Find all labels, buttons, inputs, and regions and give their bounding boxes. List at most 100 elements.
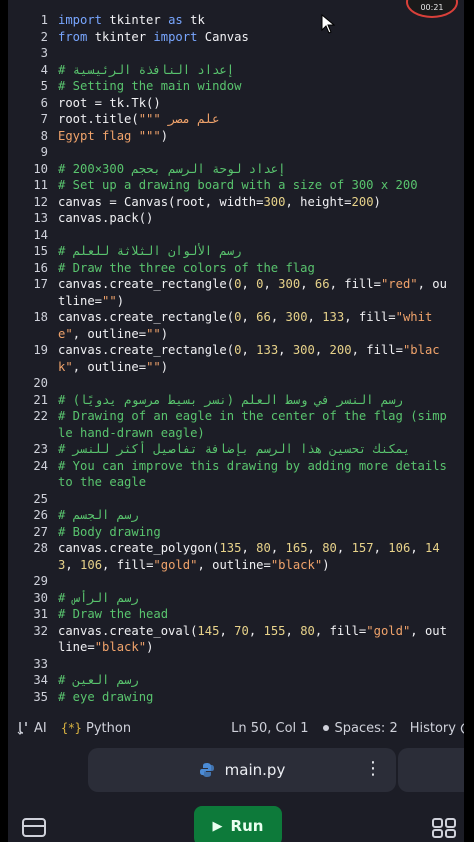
code-line[interactable]: 25 (8, 491, 464, 508)
code-token: tkinter (102, 13, 169, 27)
code-line[interactable]: 33 (8, 656, 464, 673)
cursor-position-label: Ln 50, Col 1 (231, 720, 309, 736)
indent-dot-icon (322, 725, 329, 731)
code-line[interactable]: 19 canvas.create_rectangle(0, 133, 300, 2… (8, 342, 464, 375)
line-number: 16 (33, 260, 48, 275)
code-token: canvas.create_polygon( (58, 541, 220, 555)
code-token: Canvas (197, 29, 249, 44)
code-line[interactable]: 21 # رسم النسر في وسط العلم (نسر بسيط مرس… (8, 392, 464, 409)
more-vertical-icon[interactable]: ⋮ (364, 758, 382, 779)
code-line[interactable]: 7 root.title(""" علم مصر (8, 111, 464, 128)
code-token: # إعداد لوحة الرسم بحجم 300×200 (58, 161, 286, 176)
code-token: 66 (314, 277, 330, 291)
code-line[interactable]: 17 canvas.create_rectangle(0, 0, 300, 66,… (8, 276, 464, 309)
code-text: # رسم الألوان الثلاثة للعلم (58, 243, 464, 260)
code-line[interactable]: 26 # رسم الجسم (8, 507, 464, 524)
code-line[interactable]: 3 (8, 45, 464, 62)
code-token: , (278, 343, 293, 357)
code-text: # رسم الجسم (58, 507, 464, 524)
code-line[interactable]: 6 root = tk.Tk() (8, 95, 464, 112)
code-token: ) (160, 128, 169, 143)
line-number: 5 (40, 79, 48, 93)
code-token: , (241, 310, 257, 324)
code-line[interactable]: 30 # رسم الرأس (8, 590, 464, 607)
code-line[interactable]: 18 canvas.create_rectangle(0, 66, 300, 13… (8, 309, 464, 342)
code-line[interactable]: 13 canvas.pack() (8, 210, 464, 227)
code-line[interactable]: 4 # إعداد النافذة الرئيسية (8, 62, 464, 79)
language-selector[interactable]: {*} Python (61, 721, 131, 736)
ai-button[interactable]: AI (16, 721, 47, 736)
code-token: , (410, 541, 425, 555)
code-line[interactable]: 34 # رسم العين (8, 672, 464, 689)
code-token: # Setting the main window (58, 79, 242, 93)
code-line[interactable]: 15 # رسم الألوان الثلاثة للعلم (8, 243, 464, 260)
code-token: , (65, 557, 81, 572)
code-line[interactable]: 24 # You can improve this drawing by addi… (8, 458, 464, 491)
code-line[interactable]: 35 # eye drawing (8, 689, 464, 706)
code-line[interactable]: 9 (8, 144, 464, 161)
code-text: root = tk.Tk() (58, 95, 464, 112)
history-label: History (409, 720, 456, 736)
code-line[interactable]: 29 (8, 573, 464, 590)
code-text: # eye drawing (58, 689, 464, 706)
cursor-position[interactable]: Ln 50, Col 1 (231, 721, 308, 736)
code-token: , (373, 541, 389, 555)
code-token: , (314, 343, 330, 357)
code-line[interactable]: 16 # Draw the three colors of the flag (8, 260, 464, 277)
code-line[interactable]: 27 # Body drawing (8, 524, 464, 541)
code-line[interactable]: 32 canvas.create_oval(145, 70, 155, 80, f… (8, 623, 464, 656)
code-text: canvas.create_rectangle(0, 0, 300, 66, f… (58, 276, 464, 309)
code-text: root.title(""" علم مصر (58, 111, 464, 128)
line-number: 2 (40, 29, 48, 44)
code-token: , height= (285, 194, 352, 209)
line-number: 20 (33, 376, 48, 390)
code-token: # Draw the three colors of the flag (58, 260, 315, 275)
code-token: "red" (380, 277, 418, 291)
file-tab-next[interactable] (398, 748, 464, 792)
run-button[interactable]: ▶ Run (194, 806, 282, 842)
code-line[interactable]: 28 canvas.create_polygon(135, 80, 165, 80… (8, 540, 464, 573)
line-number: 17 (33, 277, 48, 291)
line-number: 9 (40, 145, 48, 159)
line-number: 24 (33, 458, 48, 473)
line-number: 30 (33, 590, 48, 605)
line-number: 8 (40, 128, 48, 143)
code-text: # Body drawing (58, 524, 464, 541)
code-token: "" (146, 359, 161, 374)
code-line[interactable]: 31 # Draw the head (8, 606, 464, 623)
grid-layout-icon[interactable] (432, 818, 456, 838)
code-line[interactable]: 20 (8, 375, 464, 392)
code-line[interactable]: 1 import tkinter as tk (8, 12, 464, 29)
code-line[interactable]: 14 (8, 227, 464, 244)
code-line[interactable]: 23 # يمكنك تحسين هذا الرسم بإضافة تفاصيل … (8, 441, 464, 458)
code-line[interactable]: 11 # Set up a drawing board with a size o… (8, 177, 464, 194)
code-token: , fill= (351, 343, 403, 357)
code-text: # Drawing of an eagle in the center of t… (58, 408, 464, 441)
history-clock-icon (460, 722, 464, 734)
code-token: , (336, 541, 352, 555)
code-token: , outline= (72, 359, 147, 374)
code-line[interactable]: 2 from tkinter import Canvas (8, 29, 464, 46)
code-token: # إعداد النافذة الرئيسية (58, 62, 235, 77)
file-tab-label: main.py (224, 761, 286, 779)
language-braces-icon: {*} (60, 721, 83, 735)
code-token: , (307, 541, 323, 555)
file-tab-main[interactable]: main.py ⋮ (88, 748, 396, 792)
code-line[interactable]: 8 Egypt flag """) (8, 128, 464, 145)
code-token: 135 (219, 541, 242, 555)
sidebar-toggle-icon[interactable] (22, 818, 46, 838)
history-button[interactable]: History (410, 721, 464, 736)
code-line[interactable]: 10 # إعداد لوحة الرسم بحجم 300×200 (8, 161, 464, 178)
code-line[interactable]: 5 # Setting the main window (8, 78, 464, 95)
code-token: root = tk.Tk() (58, 95, 161, 110)
code-token: 200 (351, 194, 374, 209)
indent-selector[interactable]: Spaces: 2 (322, 721, 398, 736)
code-line[interactable]: 22 # Drawing of an eagle in the center of… (8, 408, 464, 441)
code-editor[interactable]: 1 import tkinter as tk 2 from tkinter impor… (8, 12, 464, 712)
code-token: ) (160, 326, 169, 341)
code-token: , fill= (314, 623, 367, 638)
code-line[interactable]: 12 canvas = Canvas(root, width=300, heigh… (8, 194, 464, 211)
line-number: 34 (33, 673, 48, 687)
code-token: 133 (322, 310, 345, 324)
